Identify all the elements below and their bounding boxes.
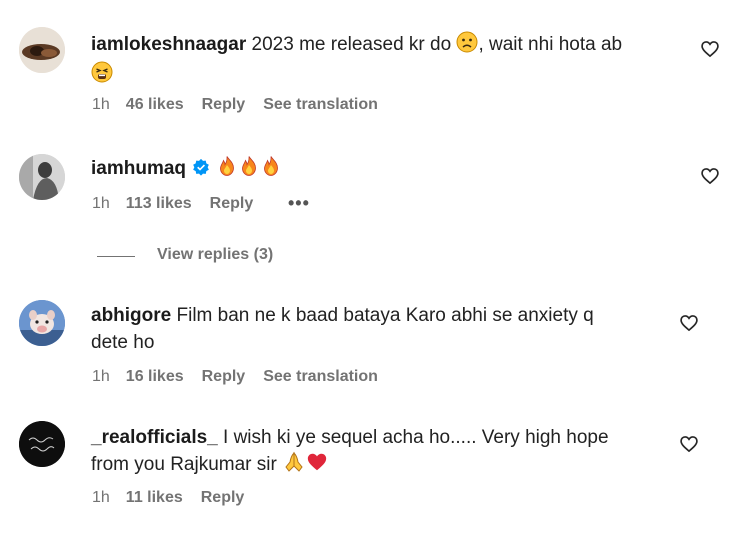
comment-meta: 1h 46 likes Reply See translation xyxy=(92,96,396,114)
avatar[interactable] xyxy=(19,421,65,467)
avatar[interactable] xyxy=(19,154,65,200)
comment-meta: 1h 16 likes Reply See translation xyxy=(92,368,396,386)
comment-text: abhigore Film ban ne k baad bataya Karo … xyxy=(91,305,594,353)
likes-count[interactable]: 113 likes xyxy=(126,195,192,212)
heart-outline-icon[interactable] xyxy=(700,39,720,59)
username[interactable]: _realofficials_ xyxy=(91,427,218,448)
reply-button[interactable]: Reply xyxy=(210,195,254,212)
username[interactable]: iamlokeshnaagar xyxy=(91,34,246,55)
avatar[interactable] xyxy=(19,300,65,346)
comment-meta: 1h 11 likes Reply xyxy=(92,489,262,507)
avatar-photo xyxy=(19,300,65,346)
reply-button[interactable]: Reply xyxy=(201,489,245,506)
comment-text: _realofficials_ I wish ki ye sequel acha… xyxy=(91,424,691,481)
reply-button[interactable]: Reply xyxy=(202,368,246,385)
see-translation-link[interactable]: See translation xyxy=(263,96,378,113)
likes-count[interactable]: 16 likes xyxy=(126,368,184,385)
praying-hands-emoji xyxy=(282,451,306,481)
comment-text: iamhumaq xyxy=(91,155,691,185)
fire-emoji xyxy=(238,155,260,185)
avatar-photo xyxy=(19,154,65,200)
avatar-photo xyxy=(19,27,65,73)
comment-meta: 1h 113 likes Reply xyxy=(92,195,271,213)
likes-count[interactable]: 11 likes xyxy=(126,489,183,506)
view-replies-button[interactable]: View replies (3) xyxy=(157,246,273,264)
heart-outline-icon[interactable] xyxy=(679,313,699,333)
username[interactable]: iamhumaq xyxy=(91,158,186,179)
fire-emoji xyxy=(260,155,282,185)
red-heart-emoji xyxy=(306,451,328,481)
comment-text: iamlokeshnaagar 2023 me released kr do ,… xyxy=(91,31,691,91)
timestamp: 1h xyxy=(92,489,110,506)
verified-badge-icon xyxy=(192,157,210,184)
timestamp: 1h xyxy=(92,195,110,212)
likes-count[interactable]: 46 likes xyxy=(126,96,184,113)
timestamp: 1h xyxy=(92,368,110,385)
more-options-button[interactable]: ••• xyxy=(288,193,310,214)
tired-face-emoji xyxy=(91,61,113,91)
fire-emoji xyxy=(216,155,238,185)
avatar-photo xyxy=(19,421,65,467)
timestamp: 1h xyxy=(92,96,110,113)
heart-outline-icon[interactable] xyxy=(679,434,699,454)
reply-button[interactable]: Reply xyxy=(202,96,246,113)
avatar[interactable] xyxy=(19,27,65,73)
username[interactable]: abhigore xyxy=(91,305,171,326)
heart-outline-icon[interactable] xyxy=(700,166,720,186)
view-replies-divider xyxy=(97,256,135,257)
see-translation-link[interactable]: See translation xyxy=(263,368,378,385)
sad-face-emoji xyxy=(456,31,478,61)
